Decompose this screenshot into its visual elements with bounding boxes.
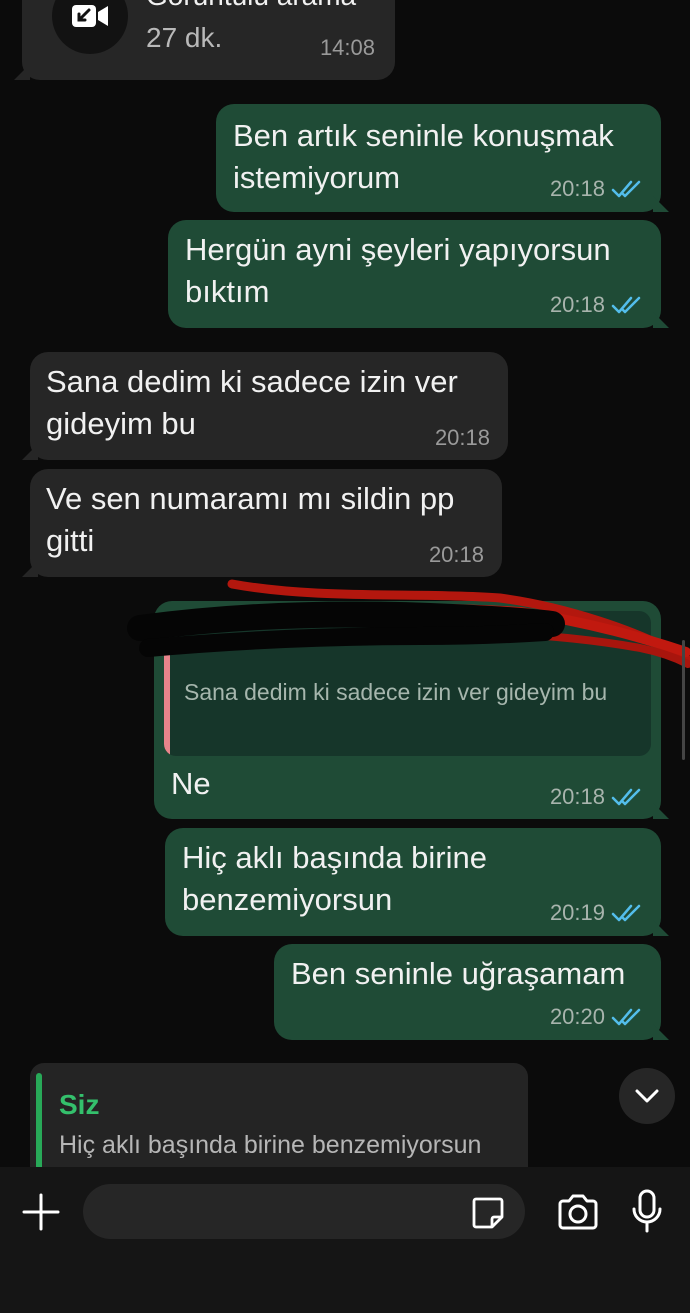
camera-icon[interactable] xyxy=(556,1192,600,1232)
reply-text: Hiç aklı başında birine benzemiyorsun xyxy=(59,1131,482,1159)
message-text-line: gitti xyxy=(46,523,95,558)
plus-icon[interactable] xyxy=(20,1191,62,1233)
message-meta: 20:18 xyxy=(550,176,645,202)
message-meta: 20:18 xyxy=(429,542,484,568)
message-incoming[interactable]: Ve sen numaramı mı sildin pp gitti 20:18 xyxy=(22,469,502,577)
message-text-line: istemiyorum xyxy=(233,160,401,195)
message-incoming[interactable]: Sana dedim ki sadece izin ver gideyim bu… xyxy=(22,352,508,460)
call-duration: 27 dk. xyxy=(146,22,223,53)
read-ticks-icon xyxy=(611,296,641,314)
scroll-to-bottom-button[interactable] xyxy=(619,1068,675,1124)
message-time: 20:19 xyxy=(549,900,605,925)
read-ticks-icon xyxy=(611,788,641,806)
read-ticks-icon xyxy=(611,180,641,198)
quoted-message[interactable]: Sana dedim ki sadece izin ver gideyim bu xyxy=(164,611,651,756)
quote-accent-bar xyxy=(164,611,170,756)
bubble-tail xyxy=(653,312,669,328)
message-outgoing[interactable]: Hiç aklı başında birine benzemiyorsun 20… xyxy=(165,828,669,936)
message-outgoing[interactable]: Ben artık seninle konuşmak istemiyorum 2… xyxy=(216,104,669,212)
bubble-tail xyxy=(22,444,38,460)
message-time: 20:18 xyxy=(549,292,605,317)
message-text-line: bıktım xyxy=(185,274,270,309)
bubble-tail xyxy=(22,561,38,577)
message-text-line: Ben artık seninle konuşmak xyxy=(233,118,614,153)
message-meta: 20:18 xyxy=(550,784,645,810)
message-input[interactable] xyxy=(83,1184,525,1239)
message-time: 20:18 xyxy=(549,784,605,809)
message-outgoing[interactable]: Hergün ayni şeyleri yapıyorsun bıktım 20… xyxy=(168,220,669,328)
call-bubble[interactable]: Görüntülü arama 27 dk. 14:08 xyxy=(14,0,395,80)
microphone-icon[interactable] xyxy=(630,1189,664,1235)
message-text-line: Ve sen numaramı mı sildin pp xyxy=(46,481,455,516)
message-text-line: Ben seninle uğraşamam xyxy=(291,956,626,991)
message-time: 20:20 xyxy=(549,1004,605,1029)
message-meta: 20:18 xyxy=(435,425,490,451)
message-text-line: Hiç aklı başında birine xyxy=(182,840,487,875)
message-time: 20:18 xyxy=(549,176,605,201)
message-meta: 20:20 xyxy=(550,1004,645,1030)
message-text-line: Sana dedim ki sadece izin ver xyxy=(46,364,458,399)
read-ticks-icon xyxy=(611,904,641,922)
message-time: 20:18 xyxy=(434,425,490,450)
scrollbar[interactable] xyxy=(682,640,685,760)
quoted-text: Sana dedim ki sadece izin ver gideyim bu xyxy=(184,679,608,705)
message-outgoing[interactable]: Ben seninle uğraşamam 20:20 xyxy=(274,944,669,1040)
bubble-tail xyxy=(653,920,669,936)
bubble-tail xyxy=(653,196,669,212)
bubble-tail xyxy=(653,1024,669,1040)
read-ticks-icon xyxy=(611,1008,641,1026)
message-text-line: Hergün ayni şeyleri yapıyorsun xyxy=(185,232,611,267)
message-text-line: Ne xyxy=(171,766,211,801)
composer-bar xyxy=(0,1167,690,1313)
message-time: 20:18 xyxy=(428,542,484,567)
message-outgoing-reply[interactable]: Sana dedim ki sadece izin ver gideyim bu… xyxy=(154,601,669,819)
message-meta: 20:19 xyxy=(550,900,645,926)
bubble-tail xyxy=(653,803,669,819)
reply-author: Siz xyxy=(59,1089,100,1120)
bubble-tail xyxy=(14,64,30,80)
reply-preview[interactable]: Siz Hiç aklı başında birine benzemiyorsu… xyxy=(30,1063,528,1183)
message-meta: 20:18 xyxy=(550,292,645,318)
message-text-line: benzemiyorsun xyxy=(182,882,393,917)
video-call-missed-icon xyxy=(52,0,128,54)
call-title: Görüntülü arama xyxy=(146,0,356,12)
message-time: 14:08 xyxy=(319,35,375,60)
sticker-icon[interactable] xyxy=(470,1195,506,1231)
message-text-line: gideyim bu xyxy=(46,406,196,441)
chevron-down-icon xyxy=(635,1089,659,1103)
